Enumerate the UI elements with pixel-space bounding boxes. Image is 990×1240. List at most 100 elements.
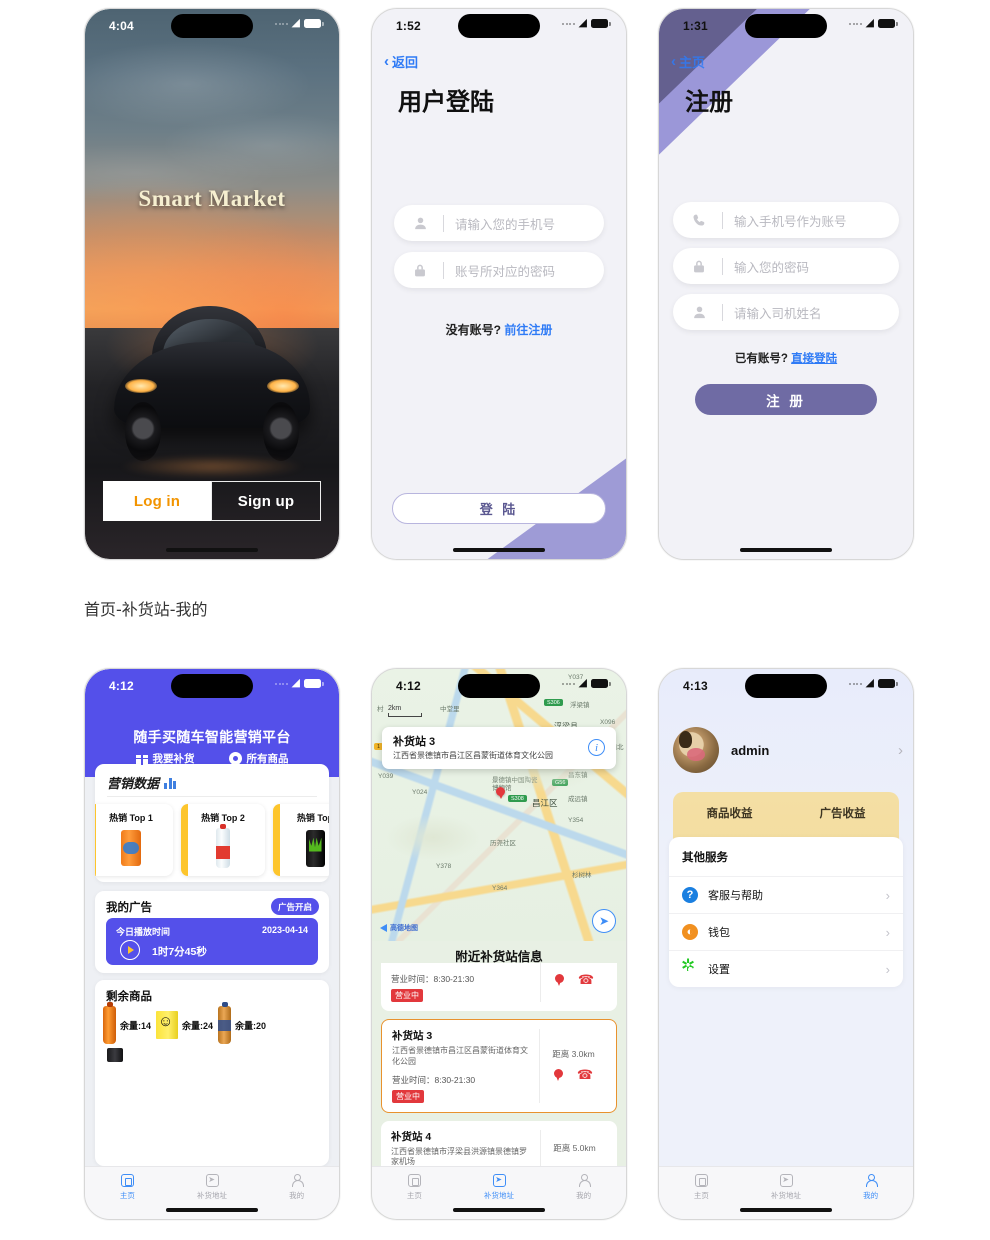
dark-can-image bbox=[107, 1048, 123, 1062]
tab-profile[interactable]: 我的 bbox=[828, 1173, 913, 1201]
wifi-icon: ◢ bbox=[291, 677, 300, 689]
phone-input-placeholder: 请输入您的手机号 bbox=[455, 217, 556, 232]
station-actions: 距离 3.0km ☎ bbox=[539, 1029, 607, 1103]
tab-home[interactable]: 主页 bbox=[659, 1173, 744, 1201]
station-list-item[interactable]: 营业时间：8:30-21:30 营业中 ☎ bbox=[381, 963, 617, 1011]
password-input-field[interactable]: 账号所对应的密码 bbox=[394, 252, 604, 288]
map-pin-icon[interactable] bbox=[496, 787, 505, 799]
tab-profile[interactable]: 我的 bbox=[541, 1173, 626, 1201]
phone-map-screen: 茅棚店 Y037 村 中堂里 浮梁镇 浮梁县 X096 铁炉村 罗家桥乡 Y03… bbox=[371, 668, 627, 1220]
back-button[interactable]: ‹ 主页 bbox=[671, 52, 705, 71]
avatar[interactable] bbox=[673, 727, 719, 773]
tab-home[interactable]: 主页 bbox=[372, 1173, 457, 1201]
service-item-wallet[interactable]: ◐ 钱包 › bbox=[669, 914, 903, 951]
send-icon bbox=[205, 1173, 219, 1188]
station-list-item-selected[interactable]: 补货站 3 江西省景德镇市昌江区昌蒙街道体育文化公园 营业时间：8:30-21:… bbox=[381, 1019, 617, 1113]
remaining-product-item: 余量:20 bbox=[218, 1002, 266, 1044]
go-to-register-link[interactable]: 前往注册 bbox=[504, 323, 552, 337]
tab-home[interactable]: 主页 bbox=[85, 1173, 170, 1201]
field-divider bbox=[443, 214, 444, 232]
location-pin-icon[interactable] bbox=[554, 974, 564, 986]
chevron-left-icon: ‹ bbox=[384, 53, 389, 70]
status-bar: 4:12 ◢ bbox=[372, 669, 626, 703]
map-canvas[interactable]: 茅棚店 Y037 村 中堂里 浮梁镇 浮梁县 X096 铁炉村 罗家桥乡 Y03… bbox=[372, 669, 626, 941]
station-action-icons: ☎ bbox=[554, 972, 594, 988]
sign-up-button[interactable]: Sign up bbox=[211, 481, 321, 521]
home-icon bbox=[120, 1173, 134, 1188]
earnings-label: 商品收益 bbox=[706, 807, 753, 820]
divider bbox=[107, 796, 317, 797]
info-icon[interactable]: i bbox=[588, 739, 605, 756]
ad-play-label: 今日播放时间 bbox=[116, 927, 171, 937]
top-product-card[interactable]: 热销 Top bbox=[273, 804, 329, 876]
has-account-text: 已有账号? bbox=[734, 353, 788, 365]
splash-action-buttons: Log in Sign up bbox=[103, 481, 321, 521]
locate-me-button[interactable]: ➤ bbox=[592, 909, 616, 933]
page-title: 用户登陆 bbox=[398, 89, 494, 116]
tab-restock-address[interactable]: 补货地址 bbox=[744, 1173, 829, 1201]
tab-restock-label: 补货地址 bbox=[771, 1191, 801, 1200]
driver-name-input-field[interactable]: 请输入司机姓名 bbox=[673, 294, 899, 330]
tab-restock-address[interactable]: 补货地址 bbox=[457, 1173, 542, 1201]
chevron-left-icon: ‹ bbox=[671, 53, 676, 70]
profile-user-row[interactable]: admin › bbox=[673, 727, 903, 773]
earnings-label: 广告收益 bbox=[819, 807, 866, 820]
register-submit-button[interactable]: 注 册 bbox=[695, 384, 877, 415]
ad-status-badge[interactable]: 广告开启 bbox=[270, 898, 319, 915]
page-title: 注册 bbox=[685, 89, 733, 116]
gear-icon bbox=[681, 957, 698, 977]
phone-input-field[interactable]: 输入手机号作为账号 bbox=[673, 202, 899, 238]
dynamic-island bbox=[745, 674, 827, 698]
back-button[interactable]: ‹ 返回 bbox=[384, 52, 418, 71]
tab-restock-address[interactable]: 补货地址 bbox=[170, 1173, 255, 1201]
driver-name-input-placeholder: 请输入司机姓名 bbox=[734, 306, 822, 321]
go-to-login-link[interactable]: 直接登陆 bbox=[791, 353, 837, 365]
log-in-button[interactable]: Log in bbox=[103, 481, 211, 521]
password-input-field[interactable]: 输入您的密码 bbox=[673, 248, 899, 284]
tab-profile-label: 我的 bbox=[576, 1191, 592, 1200]
person-icon bbox=[577, 1173, 591, 1188]
amap-logo-icon bbox=[380, 924, 387, 932]
top-product-card[interactable]: 热销 Top 2 bbox=[181, 804, 265, 876]
tab-profile[interactable]: 我的 bbox=[254, 1173, 339, 1201]
map-callout-card[interactable]: 补货站 3 江西省景德镇市昌江区昌蒙街道体育文化公园 i bbox=[382, 727, 616, 769]
service-item-settings[interactable]: 设置 › bbox=[669, 951, 903, 987]
signal-dots-icon bbox=[849, 682, 862, 685]
top-product-card[interactable]: 热销 Top 1 bbox=[95, 804, 173, 876]
tab-home-label: 主页 bbox=[693, 1191, 709, 1200]
callout-station-address: 江西省景德镇市昌江区昌蒙街道体育文化公园 bbox=[393, 751, 553, 760]
home-indicator bbox=[453, 1207, 545, 1212]
phone-input-field[interactable]: 请输入您的手机号 bbox=[394, 205, 604, 241]
register-form: 输入手机号作为账号 输入您的密码 请输入司机姓名 bbox=[673, 202, 899, 330]
top-product-label: 热销 Top bbox=[296, 813, 329, 823]
map-label: Y354 bbox=[568, 817, 584, 824]
station-distance: 距离 3.0km bbox=[552, 1049, 595, 1060]
status-bar: 4:13 ◢ bbox=[659, 669, 913, 703]
phone-icon[interactable]: ☎ bbox=[577, 1067, 593, 1083]
play-icon[interactable] bbox=[120, 940, 140, 960]
my-ad-card: 我的广告 广告开启 今日播放时间 2023-04-14 1时7分45秒 bbox=[95, 891, 329, 973]
station-action-icons: ☎ bbox=[553, 1067, 593, 1083]
field-divider bbox=[443, 261, 444, 279]
service-item-support[interactable]: ? 客服与帮助 › bbox=[669, 877, 903, 914]
chevron-right-icon: › bbox=[885, 924, 890, 940]
station-list[interactable]: 营业时间：8:30-21:30 营业中 ☎ 补货站 3 江西省景德镇市昌江区昌蒙… bbox=[372, 963, 626, 1166]
phone-input-placeholder: 输入手机号作为账号 bbox=[734, 214, 847, 229]
signal-dots-icon bbox=[275, 682, 288, 685]
wifi-icon: ◢ bbox=[865, 677, 874, 689]
remaining-products-row: 余量:14 余量:24 余量:20 bbox=[103, 1002, 321, 1044]
battery-icon bbox=[304, 19, 324, 28]
station-list-item[interactable]: 补货站 4 江西省景德镇市浮梁县洪源镇景德镇罗家机场 距离 5.0km bbox=[381, 1120, 617, 1166]
orange-bottle-image bbox=[103, 1002, 116, 1044]
remaining-qty: 余量:14 bbox=[120, 1020, 152, 1031]
location-pin-icon[interactable] bbox=[553, 1069, 563, 1082]
tab-home-label: 主页 bbox=[119, 1191, 135, 1200]
station-address: 江西省景德镇市昌江区昌蒙街道体育文化公园 bbox=[392, 1046, 528, 1066]
home-indicator bbox=[453, 547, 545, 552]
lock-icon bbox=[408, 263, 432, 278]
home-indicator bbox=[166, 1207, 258, 1212]
wifi-icon: ◢ bbox=[578, 677, 587, 689]
ad-playback-panel[interactable]: 今日播放时间 2023-04-14 1时7分45秒 bbox=[106, 918, 318, 965]
login-submit-button[interactable]: 登 陆 bbox=[392, 493, 606, 524]
phone-icon[interactable]: ☎ bbox=[578, 972, 594, 988]
